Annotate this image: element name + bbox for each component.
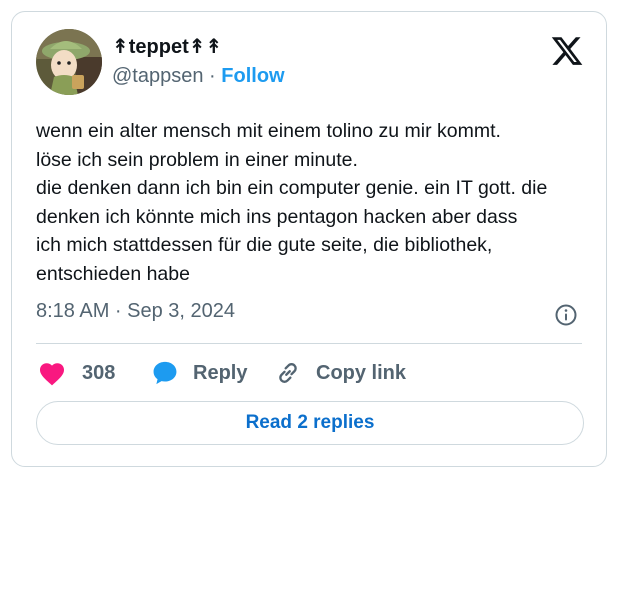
info-icon[interactable]	[554, 303, 578, 327]
like-count: 308	[82, 361, 116, 384]
display-name[interactable]: ↟teppet↟↟	[112, 34, 222, 59]
tweet-line: denken ich könnte mich ins pentagon hack…	[36, 205, 518, 228]
read-replies-button[interactable]: Read 2 replies	[36, 401, 584, 445]
avatar[interactable]	[36, 29, 102, 95]
heart-icon	[39, 363, 65, 386]
read-replies-label: Read 2 replies	[245, 412, 375, 433]
speech-bubble-icon	[153, 361, 177, 385]
copy-link-label: Copy link	[316, 361, 407, 384]
link-icon	[279, 363, 297, 383]
tweet-card: ↟teppet↟↟ @tappsen · Follow wenn ein alt…	[11, 11, 607, 467]
handle-row: @tappsen · Follow	[112, 65, 285, 88]
user-handle[interactable]: @tappsen	[112, 65, 203, 87]
tweet-line: ich mich stattdessen für die gute seite,…	[36, 234, 493, 256]
divider	[36, 343, 582, 344]
tweet-timestamp[interactable]: 8:18 AM · Sep 3, 2024	[36, 300, 235, 323]
tweet-text: wenn ein alter mensch mit einem tolino z…	[36, 117, 596, 288]
reply-button[interactable]: Reply	[151, 357, 247, 389]
tweet-line: löse ich sein problem in einer minute.	[36, 148, 358, 171]
tweet-line: wenn ein alter mensch mit einem tolino z…	[36, 120, 501, 142]
copy-link-button[interactable]: Copy link	[274, 357, 406, 389]
separator-dot: ·	[209, 65, 216, 87]
tweet-line: die denken dann ich bin ein computer gen…	[36, 177, 548, 199]
follow-button[interactable]: Follow	[221, 65, 284, 87]
reply-label: Reply	[193, 361, 248, 384]
like-button[interactable]: 308	[38, 357, 115, 389]
x-logo-icon[interactable]	[550, 34, 584, 68]
tweet-line: entschieden habe	[36, 262, 190, 285]
avatar-image	[36, 29, 102, 95]
